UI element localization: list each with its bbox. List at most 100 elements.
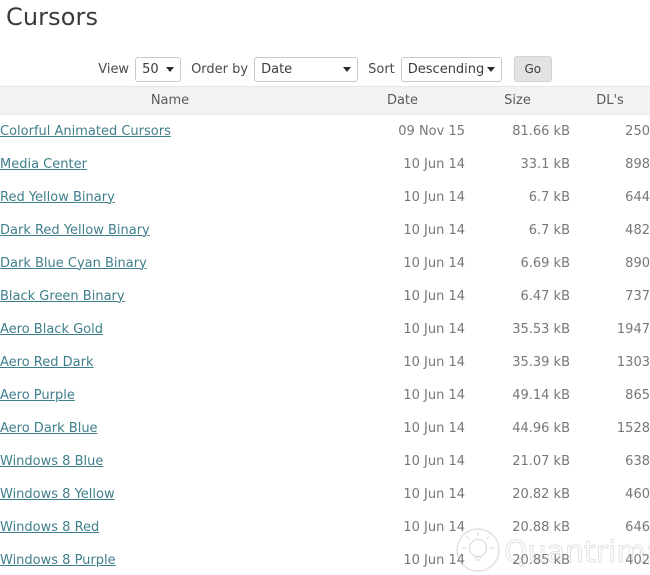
cell-size: 6.7 kB <box>528 222 570 238</box>
cell-date: 09 Nov 15 <box>398 123 465 139</box>
cell-date: 10 Jun 14 <box>403 552 465 568</box>
cell-size: 21.07 kB <box>512 453 570 469</box>
table-body: Colorful Animated Cursors 09 Nov 15 81.66 … <box>0 115 650 575</box>
cell-date: 10 Jun 14 <box>403 486 465 502</box>
cell-name: Black Green Binary <box>0 280 340 313</box>
sort-direction-select[interactable]: Descending <box>400 56 502 82</box>
cell-name: Windows 8 Purple <box>0 544 340 575</box>
cell-downloads: 1528 <box>616 420 650 436</box>
cell-date: 10 Jun 14 <box>403 387 465 403</box>
order-by-label: Order by <box>191 61 249 77</box>
cell-date: 10 Jun 14 <box>403 519 465 535</box>
cursors-table-wrapper: Name Date Size DL's Colorful Animated Cu… <box>0 86 650 575</box>
cell-name: Media Center <box>0 148 340 181</box>
cell-size: 33.1 kB <box>520 156 570 172</box>
cell-date: 10 Jun 14 <box>403 222 465 238</box>
column-header-name[interactable]: Name <box>0 86 340 115</box>
table-row: Black Green Binary 10 Jun 14 6.47 kB 737 <box>0 280 650 313</box>
cursor-link[interactable]: Dark Red Yellow Binary <box>0 223 150 238</box>
cell-date: 10 Jun 14 <box>403 255 465 271</box>
cell-size: 6.7 kB <box>528 189 570 205</box>
table-row: Windows 8 Red 10 Jun 14 20.88 kB 646 <box>0 511 650 544</box>
cell-size: 20.82 kB <box>512 486 570 502</box>
cell-downloads: 482 <box>625 222 650 238</box>
column-header-size[interactable]: Size <box>465 86 570 115</box>
cell-date: 10 Jun 14 <box>403 420 465 436</box>
cursor-link[interactable]: Black Green Binary <box>0 289 125 304</box>
page-root: Cursors View 50 Order by Date Sort Desce… <box>0 0 650 575</box>
cell-date: 10 Jun 14 <box>403 288 465 304</box>
cell-downloads: 898 <box>625 156 650 172</box>
cell-name: Windows 8 Red <box>0 511 340 544</box>
cell-downloads: 402 <box>625 552 650 568</box>
cell-size: 35.53 kB <box>512 321 570 337</box>
cursor-link[interactable]: Windows 8 Purple <box>0 553 116 568</box>
sort-direction-value: Descending <box>407 61 485 77</box>
cursor-link[interactable]: Media Center <box>0 157 87 172</box>
table-row: Windows 8 Yellow 10 Jun 14 20.82 kB 460 <box>0 478 650 511</box>
cell-downloads: 646 <box>625 519 650 535</box>
cell-size: 20.85 kB <box>512 552 570 568</box>
cell-downloads: 865 <box>625 387 650 403</box>
column-header-date[interactable]: Date <box>340 86 465 115</box>
table-row: Windows 8 Blue 10 Jun 14 21.07 kB 638 <box>0 445 650 478</box>
order-by-value: Date <box>261 61 293 77</box>
table-row: Red Yellow Binary 10 Jun 14 6.7 kB 644 <box>0 181 650 214</box>
table-row: Aero Purple 10 Jun 14 49.14 kB 865 <box>0 379 650 412</box>
cell-name: Dark Blue Cyan Binary <box>0 247 340 280</box>
table-row: Aero Black Gold 10 Jun 14 35.53 kB 1947 <box>0 313 650 346</box>
cell-size: 6.47 kB <box>520 288 570 304</box>
cursor-link[interactable]: Windows 8 Red <box>0 520 99 535</box>
table-row: Aero Dark Blue 10 Jun 14 44.96 kB 1528 <box>0 412 650 445</box>
cursor-link[interactable]: Windows 8 Yellow <box>0 487 115 502</box>
cell-downloads: 890 <box>625 255 650 271</box>
cell-size: 44.96 kB <box>512 420 570 436</box>
cell-name: Dark Red Yellow Binary <box>0 214 340 247</box>
view-label: View <box>98 61 130 77</box>
cell-downloads: 250 <box>625 123 650 139</box>
chevron-down-icon <box>343 67 352 72</box>
cursor-link[interactable]: Windows 8 Blue <box>0 454 103 469</box>
table-row: Colorful Animated Cursors 09 Nov 15 81.66 … <box>0 115 650 148</box>
table-row: Dark Red Yellow Binary 10 Jun 14 6.7 kB 482 <box>0 214 650 247</box>
cell-name: Aero Black Gold <box>0 313 340 346</box>
cell-name: Windows 8 Yellow <box>0 478 340 511</box>
cursor-link[interactable]: Colorful Animated Cursors <box>0 124 171 139</box>
cursor-link[interactable]: Red Yellow Binary <box>0 190 115 205</box>
sort-label: Sort <box>368 61 395 77</box>
column-header-downloads[interactable]: DL's <box>570 86 650 115</box>
go-button[interactable]: Go <box>513 56 552 82</box>
cell-size: 35.39 kB <box>512 354 570 370</box>
cursor-link[interactable]: Aero Dark Blue <box>0 421 98 436</box>
cell-downloads: 737 <box>625 288 650 304</box>
cell-downloads: 644 <box>625 189 650 205</box>
cell-name: Colorful Animated Cursors <box>0 115 340 148</box>
table-row: Dark Blue Cyan Binary 10 Jun 14 6.69 kB 890 <box>0 247 650 280</box>
cell-name: Windows 8 Blue <box>0 445 340 478</box>
table-row: Media Center 10 Jun 14 33.1 kB 898 <box>0 148 650 181</box>
cursor-link[interactable]: Dark Blue Cyan Binary <box>0 256 147 271</box>
order-by-select[interactable]: Date <box>254 56 359 82</box>
cell-name: Aero Red Dark <box>0 346 340 379</box>
cursor-link[interactable]: Aero Purple <box>0 388 75 403</box>
cell-date: 10 Jun 14 <box>403 156 465 172</box>
table-header-row: Name Date Size DL's <box>0 86 650 115</box>
cell-downloads: 1947 <box>616 321 650 337</box>
cursor-link[interactable]: Aero Black Gold <box>0 322 103 337</box>
cell-name: Red Yellow Binary <box>0 181 340 214</box>
cell-name: Aero Dark Blue <box>0 412 340 445</box>
table-row: Aero Red Dark 10 Jun 14 35.39 kB 1303 <box>0 346 650 379</box>
cursors-table: Name Date Size DL's Colorful Animated Cu… <box>0 86 650 575</box>
page-title: Cursors <box>6 3 99 31</box>
chevron-down-icon <box>166 67 175 72</box>
cell-downloads: 638 <box>625 453 650 469</box>
cell-date: 10 Jun 14 <box>403 321 465 337</box>
cursor-link[interactable]: Aero Red Dark <box>0 355 94 370</box>
view-count-select[interactable]: 50 <box>135 56 182 82</box>
cell-name: Aero Purple <box>0 379 340 412</box>
table-header: Name Date Size DL's <box>0 86 650 115</box>
listing-toolbar: View 50 Order by Date Sort Descending Go <box>0 52 650 86</box>
cell-downloads: 460 <box>625 486 650 502</box>
view-count-value: 50 <box>142 61 159 77</box>
cell-size: 81.66 kB <box>512 123 570 139</box>
